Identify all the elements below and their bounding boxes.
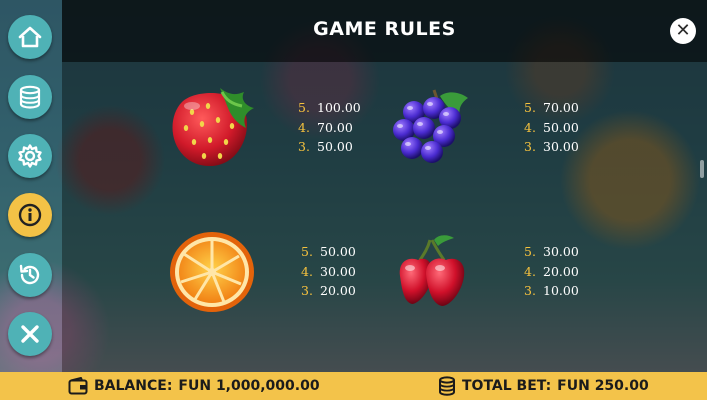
wallet-icon bbox=[68, 377, 88, 395]
balance-value: FUN 1,000,000.00 bbox=[178, 378, 320, 394]
grapes-symbol bbox=[393, 89, 468, 163]
pay-row: 4. 50.00 bbox=[524, 119, 579, 135]
pay-row: 4. 70.00 bbox=[298, 119, 353, 135]
gear-icon bbox=[18, 144, 42, 168]
bet-settings-button[interactable] bbox=[8, 75, 52, 119]
pay-row: 5. 30.00 bbox=[524, 244, 579, 259]
strawberry-symbol bbox=[172, 88, 254, 167]
close-icon bbox=[21, 325, 39, 343]
balance-label: BALANCE: bbox=[94, 378, 173, 394]
orange-paytable: 5. 50.00 4. 30.00 3. 20.00 bbox=[301, 242, 356, 301]
total-bet-display: TOTAL BET: FUN 250.00 bbox=[438, 372, 649, 400]
coin-stack-icon bbox=[439, 376, 455, 396]
orange-symbol bbox=[170, 232, 254, 312]
info-icon bbox=[18, 203, 42, 227]
pay-row: 5. 70.00 bbox=[524, 100, 579, 115]
pay-row: 3. 10.00 bbox=[524, 283, 579, 298]
cherry-symbol bbox=[399, 235, 465, 306]
total-bet-value: FUN 250.00 bbox=[557, 378, 649, 394]
status-bar: BALANCE: FUN 1,000,000.00 TOTAL BET: FUN… bbox=[0, 372, 707, 400]
total-bet-label: TOTAL BET: bbox=[462, 378, 552, 394]
history-button[interactable] bbox=[8, 253, 52, 297]
home-icon bbox=[18, 26, 42, 48]
page-title: GAME RULES bbox=[313, 18, 456, 40]
grapes-paytable: 5. 70.00 4. 50.00 3. 30.00 bbox=[524, 98, 579, 157]
pay-row: 3. 20.00 bbox=[301, 283, 356, 298]
pay-row: 4. 30.00 bbox=[301, 263, 356, 279]
close-icon: ✕ bbox=[675, 20, 691, 41]
strawberry-paytable: 5. 100.00 4. 70.00 3. 50.00 bbox=[298, 98, 361, 157]
scroll-indicator[interactable] bbox=[700, 160, 704, 178]
close-button[interactable]: ✕ bbox=[670, 18, 696, 44]
close-menu-button[interactable] bbox=[8, 312, 52, 356]
home-button[interactable] bbox=[8, 15, 52, 59]
settings-button[interactable] bbox=[8, 134, 52, 178]
pay-row: 4. 20.00 bbox=[524, 263, 579, 279]
balance-display: BALANCE: FUN 1,000,000.00 bbox=[68, 372, 320, 400]
pay-row: 3. 50.00 bbox=[298, 139, 353, 154]
pay-row: 5. 50.00 bbox=[301, 244, 356, 259]
info-button[interactable] bbox=[8, 193, 52, 237]
pay-row: 3. 30.00 bbox=[524, 139, 579, 154]
pay-row: 5. 100.00 bbox=[298, 100, 361, 115]
cherry-paytable: 5. 30.00 4. 20.00 3. 10.00 bbox=[524, 242, 579, 301]
coin-stack-icon bbox=[19, 85, 41, 109]
history-icon bbox=[19, 264, 40, 285]
